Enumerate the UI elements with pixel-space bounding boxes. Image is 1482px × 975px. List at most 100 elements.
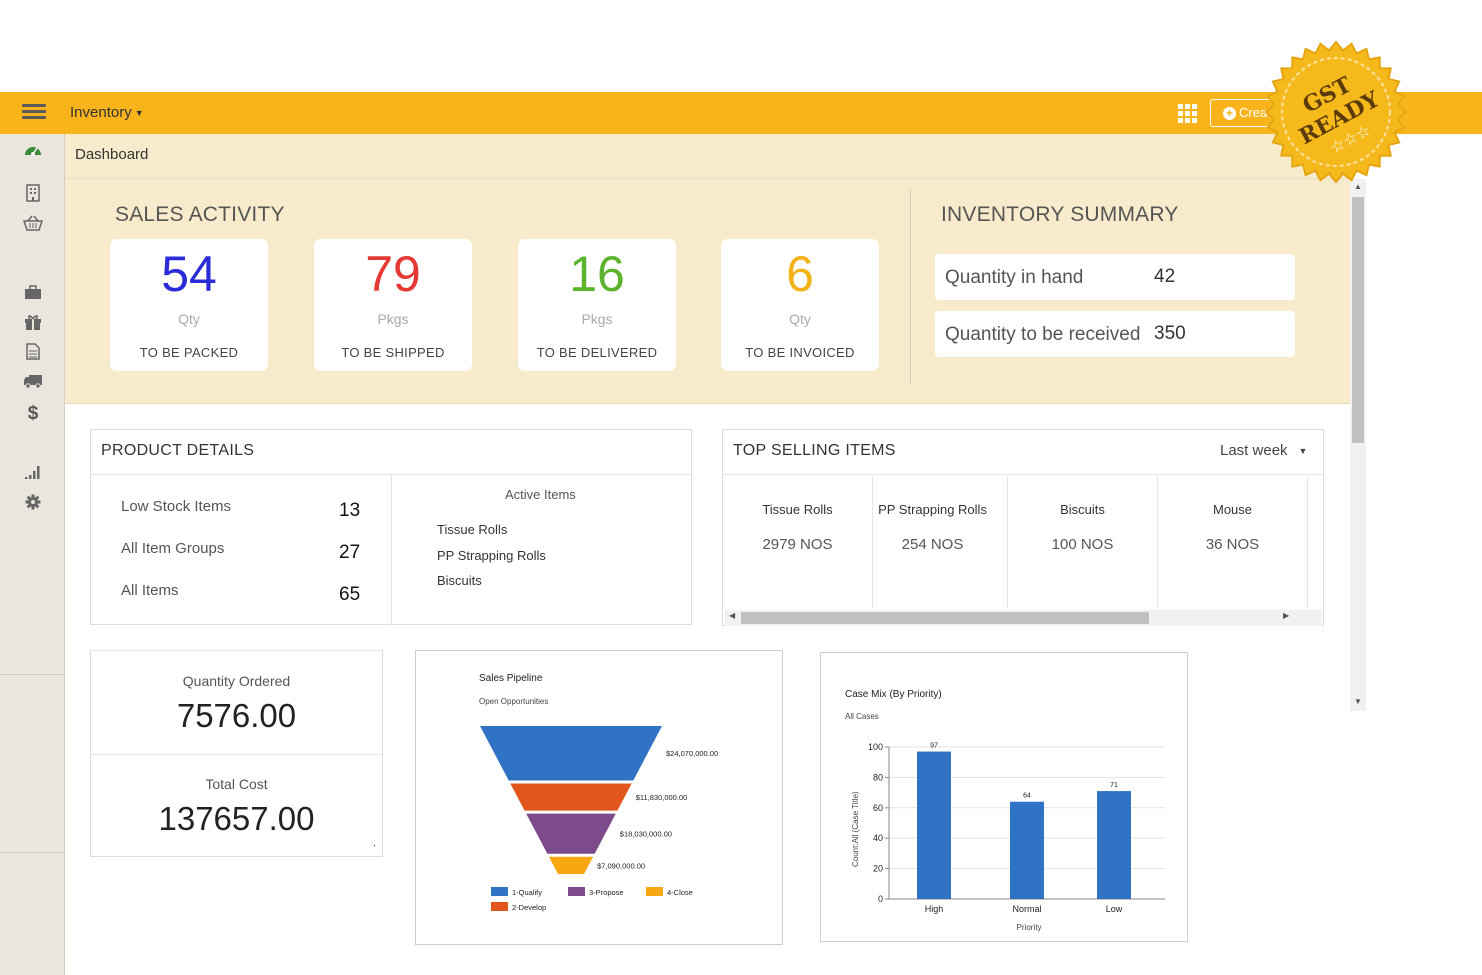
period-dropdown[interactable]: Last week ▼ [1220, 442, 1307, 459]
to-be-packed-card[interactable]: 54 Qty TO BE PACKED [110, 239, 268, 371]
active-item[interactable]: Tissue Rolls [437, 522, 507, 537]
x-tick-label: High [925, 904, 944, 914]
to-be-invoiced-card[interactable]: 6 Qty TO BE INVOICED [721, 239, 879, 371]
basket-icon[interactable] [22, 215, 44, 235]
period-label: Last week [1220, 442, 1288, 459]
active-item[interactable]: Biscuits [437, 573, 482, 588]
module-dropdown[interactable]: Inventory ▼ [70, 104, 144, 121]
bar[interactable] [1010, 801, 1044, 899]
bar[interactable] [1097, 791, 1131, 899]
stat-caption: TO BE INVOICED [745, 345, 855, 360]
truck-icon[interactable] [22, 374, 44, 394]
detail-label: All Items [121, 582, 179, 599]
stat-unit: Qty [178, 311, 200, 327]
scrollbar-thumb[interactable] [1352, 197, 1364, 443]
all-items-row[interactable]: All Items 65 [121, 580, 366, 605]
bar[interactable] [917, 751, 951, 899]
gst-ready-badge: GST READY ☆☆☆ [1262, 38, 1410, 186]
item-name: Mouse [1212, 502, 1253, 517]
product-details-panel: PRODUCT DETAILS Low Stock Items 13 All I… [90, 429, 692, 625]
stat-caption: TO BE DELIVERED [536, 345, 658, 360]
scroll-right-icon[interactable]: ▶ [1283, 611, 1289, 620]
gift-icon[interactable] [22, 314, 44, 334]
panel-header: PRODUCT DETAILS [91, 430, 691, 475]
quantity-ordered-value: 7576.00 [176, 697, 297, 734]
funnel-stage[interactable] [526, 813, 616, 854]
y-axis-label: Count:All (Case Title) [851, 791, 860, 867]
breadcrumb-bar: Dashboard [65, 134, 1350, 179]
low-stock-items-row[interactable]: Low Stock Items 13 [121, 496, 366, 521]
plus-icon: + [1223, 107, 1236, 120]
bar-value-label: 97 [930, 743, 938, 750]
settings-icon[interactable] [22, 494, 44, 514]
quantity-ordered-label: Quantity Ordered [182, 673, 291, 689]
section-divider [910, 189, 911, 384]
chart-title: Case Mix (By Priority) [845, 689, 942, 700]
chart-subtitle: Open Opportunities [479, 697, 548, 706]
stat-caption: TO BE SHIPPED [341, 345, 445, 360]
y-tick-label: 0 [878, 894, 883, 904]
item-quantity: 100 NOS [1051, 536, 1114, 553]
dollar-icon[interactable]: $ [22, 404, 44, 424]
item-name: Tissue Rolls [762, 502, 833, 517]
y-tick-label: 20 [873, 864, 883, 874]
total-cost-value: 137657.00 [158, 800, 315, 837]
legend-swatch [646, 887, 663, 896]
funnel-value-label: $11,830,000.00 [636, 793, 688, 802]
top-navbar: Inventory ▼ + Crea [0, 92, 1482, 134]
active-items-title: Active Items [505, 487, 576, 502]
scroll-left-icon[interactable]: ◀ [729, 611, 735, 620]
top-item-column[interactable]: PP Strapping Rolls 254 NOS [858, 476, 1008, 608]
all-item-groups-row[interactable]: All Item Groups 27 [121, 538, 366, 563]
stat-unit: Qty [789, 311, 811, 327]
horizontal-scrollbar[interactable]: ◀ ▶ [725, 610, 1322, 626]
quantity-in-hand-row[interactable]: Quantity in hand 42 [935, 254, 1295, 300]
stray-dot: . [373, 837, 377, 849]
top-item-column[interactable]: Biscuits 100 NOS [1008, 476, 1158, 608]
funnel-stage[interactable] [510, 783, 632, 811]
sales-pipeline-chart: Sales Pipeline Open Opportunities $24,07… [415, 650, 783, 945]
funnel-stage[interactable] [480, 726, 662, 781]
bag-icon[interactable] [22, 284, 44, 304]
apps-grid-icon[interactable] [1178, 104, 1198, 123]
panel-divider [391, 475, 392, 625]
funnel-value-label: $7,090,000.00 [597, 861, 645, 870]
total-cost-label: Total Cost [205, 776, 268, 792]
funnel-stage[interactable] [548, 856, 594, 874]
stat-unit: Pkgs [377, 311, 409, 327]
scrollbar-thumb[interactable] [741, 612, 1149, 624]
reports-icon[interactable] [22, 464, 44, 484]
building-icon[interactable] [22, 184, 44, 204]
scroll-down-icon[interactable]: ▼ [1354, 697, 1362, 706]
document-icon[interactable] [22, 343, 44, 363]
sales-pipeline-svg: Sales Pipeline Open Opportunities $24,07… [479, 673, 718, 912]
x-tick-label: Low [1106, 904, 1123, 914]
bar-value-label: 64 [1023, 793, 1031, 800]
chevron-down-icon: ▼ [1298, 446, 1308, 457]
y-tick-label: 80 [873, 772, 883, 782]
breadcrumb: Dashboard [75, 146, 149, 163]
legend-swatch [491, 887, 508, 896]
y-tick-label: 60 [873, 803, 883, 813]
legend-label: 4-Close [667, 888, 693, 897]
active-item[interactable]: PP Strapping Rolls [437, 548, 546, 563]
vertical-scrollbar[interactable]: ▲ ▼ [1350, 179, 1366, 711]
top-item-column[interactable]: Tissue Rolls 2979 NOS [723, 476, 873, 608]
item-quantity: 2979 NOS [762, 536, 833, 553]
hamburger-menu-icon[interactable] [22, 104, 46, 122]
y-tick-label: 40 [873, 833, 883, 843]
legend-swatch [491, 902, 508, 911]
to-be-shipped-card[interactable]: 79 Pkgs TO BE SHIPPED [314, 239, 472, 371]
item-quantity: 254 NOS [901, 536, 964, 553]
stat-value: 16 [569, 246, 625, 302]
item-name: Biscuits [1060, 502, 1105, 517]
to-be-delivered-card[interactable]: 16 Pkgs TO BE DELIVERED [518, 239, 676, 371]
panel-title: TOP SELLING ITEMS [733, 442, 896, 459]
badge-seal-icon: GST READY ☆☆☆ [1264, 40, 1408, 184]
bar-value-label: 71 [1110, 782, 1118, 789]
quantity-to-be-received-row[interactable]: Quantity to be received 350 [935, 311, 1295, 357]
case-mix-svg: Case Mix (By Priority) All Cases Count:A… [845, 689, 1165, 932]
dashboard-icon[interactable] [22, 142, 44, 162]
top-item-column[interactable]: Mouse 36 NOS [1158, 476, 1308, 608]
sidebar-divider [0, 674, 64, 675]
